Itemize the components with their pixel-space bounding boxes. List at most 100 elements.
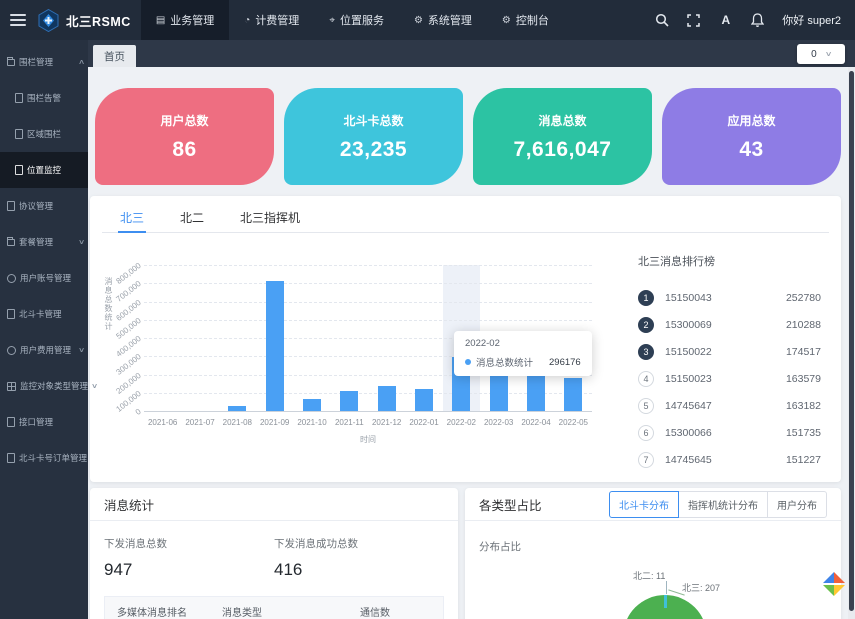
distribution-title: 各类型占比 (479, 495, 542, 514)
sidebar-item-label: 位置监控 (27, 164, 61, 176)
sidebar-item-2[interactable]: 区域围栏 (0, 116, 88, 152)
grid-line (144, 393, 592, 394)
bar-2021-12[interactable] (378, 386, 396, 411)
sidebar-item-4[interactable]: 协议管理 (0, 188, 88, 224)
chart-tab-2[interactable]: 北三指挥机 (222, 196, 318, 232)
message-stats-title: 消息统计 (104, 495, 154, 514)
bar-2022-05[interactable] (564, 378, 582, 411)
sidebar-item-11[interactable]: 北斗卡号订单管理 (0, 440, 88, 476)
rank-message-count: 210288 (786, 319, 821, 331)
message-chart-panel: 北三北二北三指挥机 消息总数统计 2022-02 消息总数统计 296176 (90, 196, 841, 482)
nav-menu-item-3[interactable]: ⚙系统管理 (399, 0, 487, 40)
rank-card-id: 15150043 (665, 292, 786, 304)
nav-menu-item-4[interactable]: ⚙控制台 (487, 0, 564, 40)
rank-message-count: 163182 (786, 400, 821, 412)
sidebar-item-8[interactable]: 用户费用管理∨ (0, 332, 88, 368)
sidebar-item-1[interactable]: 围栏告警 (0, 80, 88, 116)
stat-card-0: 用户总数86 (95, 88, 274, 185)
main-area: 首页 0 ∨ 用户总数86北斗卡总数23,235消息总数7,616,047应用总… (88, 40, 855, 619)
ranking-row-1: 115150043252780 (638, 284, 821, 311)
grid-line (144, 283, 592, 284)
page-tabstrip: 首页 0 ∨ (88, 40, 855, 67)
font-size-icon[interactable]: A (718, 13, 733, 28)
tag-count-dropdown[interactable]: 0 ∨ (797, 44, 845, 64)
chart-tab-1[interactable]: 北二 (162, 196, 222, 232)
x-tick-label: 2022-03 (480, 418, 517, 427)
sidebar-item-6[interactable]: 用户账号管理 (0, 260, 88, 296)
sidebar-item-5[interactable]: 套餐管理 ∨ (0, 224, 88, 260)
multimedia-message-table: 多媒体消息排名消息类型通信数 (104, 596, 444, 619)
doc-icon (15, 129, 23, 139)
x-tick-label: 2022-01 (405, 418, 442, 427)
tooltip-value: 296176 (549, 357, 581, 368)
doc-icon (7, 417, 15, 427)
billing-icon: ◔ (244, 15, 250, 26)
sidebar-item-3[interactable]: 位置监控 (0, 152, 88, 188)
x-tick-label: 2022-05 (555, 418, 592, 427)
scrollbar-thumb[interactable] (849, 71, 854, 611)
rank-badge: 6 (638, 425, 654, 441)
pie-leader-line (666, 581, 667, 594)
top-navbar: 北三RSMC ▤业务管理◔计费管理⌖位置服务⚙系统管理⚙控制台 A 你好 sup… (0, 0, 855, 40)
ranking-row-3: 315150022174517 (638, 338, 821, 365)
sidebar-item-10[interactable]: 接口管理 (0, 404, 88, 440)
nav-menu-item-1[interactable]: ◔计费管理 (229, 0, 314, 40)
rank-badge: 5 (638, 398, 654, 414)
bar-2021-10[interactable] (303, 399, 321, 411)
chart-tooltip: 2022-02 消息总数统计 296176 (454, 331, 592, 376)
hamburger-menu-icon[interactable] (10, 14, 26, 26)
x-tick-label: 2021-06 (144, 418, 181, 427)
x-tick-label: 2021-09 (256, 418, 293, 427)
rank-card-id: 15300066 (665, 427, 786, 439)
tag-count-value: 0 (811, 49, 817, 60)
distribution-tab-0[interactable]: 北斗卡分布 (609, 491, 679, 518)
distribution-tab-2[interactable]: 用户分布 (767, 491, 827, 518)
rank-badge: 7 (638, 452, 654, 468)
ranking-row-7: 714745645151227 (638, 446, 821, 473)
floating-widget-icon[interactable] (821, 571, 847, 597)
pie-slice-beidou2 (664, 595, 667, 608)
nav-menu-item-2[interactable]: ⌖位置服务 (314, 0, 399, 40)
bar-2022-01[interactable] (415, 389, 433, 411)
sidebar-item-label: 套餐管理 (19, 236, 53, 248)
rank-card-id: 15300069 (665, 319, 786, 331)
bar-2021-08[interactable] (228, 406, 246, 411)
fullscreen-icon[interactable] (686, 13, 701, 28)
rank-badge: 1 (638, 290, 654, 306)
sidebar-item-9[interactable]: 监控对象类型管理∨ (0, 368, 88, 404)
rank-message-count: 163579 (786, 373, 821, 385)
rank-card-id: 14745647 (665, 400, 786, 412)
distribution-tab-1[interactable]: 指挥机统计分布 (678, 491, 768, 518)
metric-value: 416 (274, 560, 444, 580)
bar-2021-11[interactable] (340, 391, 358, 411)
pie-label-beidou3: 北三: 207 (682, 581, 720, 594)
search-icon[interactable] (654, 13, 669, 28)
sidebar-item-7[interactable]: 北斗卡管理 (0, 296, 88, 332)
rank-badge: 3 (638, 344, 654, 360)
brand[interactable]: 北三RSMC (38, 9, 131, 32)
grid-line (144, 320, 592, 321)
user-greeting[interactable]: 你好 super2 (782, 12, 841, 28)
x-tick-label: 2021-10 (293, 418, 330, 427)
stat-card-2: 消息总数7,616,047 (473, 88, 652, 185)
sidebar-item-label: 北斗卡管理 (19, 308, 62, 320)
vertical-scrollbar[interactable] (848, 67, 855, 619)
grid-line (144, 302, 592, 303)
system-icon: ⚙ (414, 15, 423, 26)
sidebar-item-label: 监控对象类型管理 (20, 380, 88, 392)
sidebar-item-0[interactable]: 围栏管理∧ (0, 44, 88, 80)
brand-title: 北三RSMC (66, 11, 131, 30)
grid-line (144, 265, 592, 266)
sidebar-item-label: 用户费用管理 (20, 344, 71, 356)
nav-menu-item-0[interactable]: ▤业务管理 (141, 0, 229, 40)
tab-home[interactable]: 首页 (93, 45, 136, 67)
rank-badge: 2 (638, 317, 654, 333)
chart-tab-0[interactable]: 北三 (102, 196, 162, 232)
chevron-down-icon: ∨ (78, 238, 85, 246)
bar-2021-09[interactable] (266, 281, 284, 411)
tooltip-date: 2022-02 (465, 338, 581, 349)
chevron-down-icon: ∨ (824, 50, 832, 58)
notification-bell-icon[interactable] (750, 13, 765, 28)
metric-value: 947 (104, 560, 274, 580)
doc-icon (15, 165, 23, 175)
